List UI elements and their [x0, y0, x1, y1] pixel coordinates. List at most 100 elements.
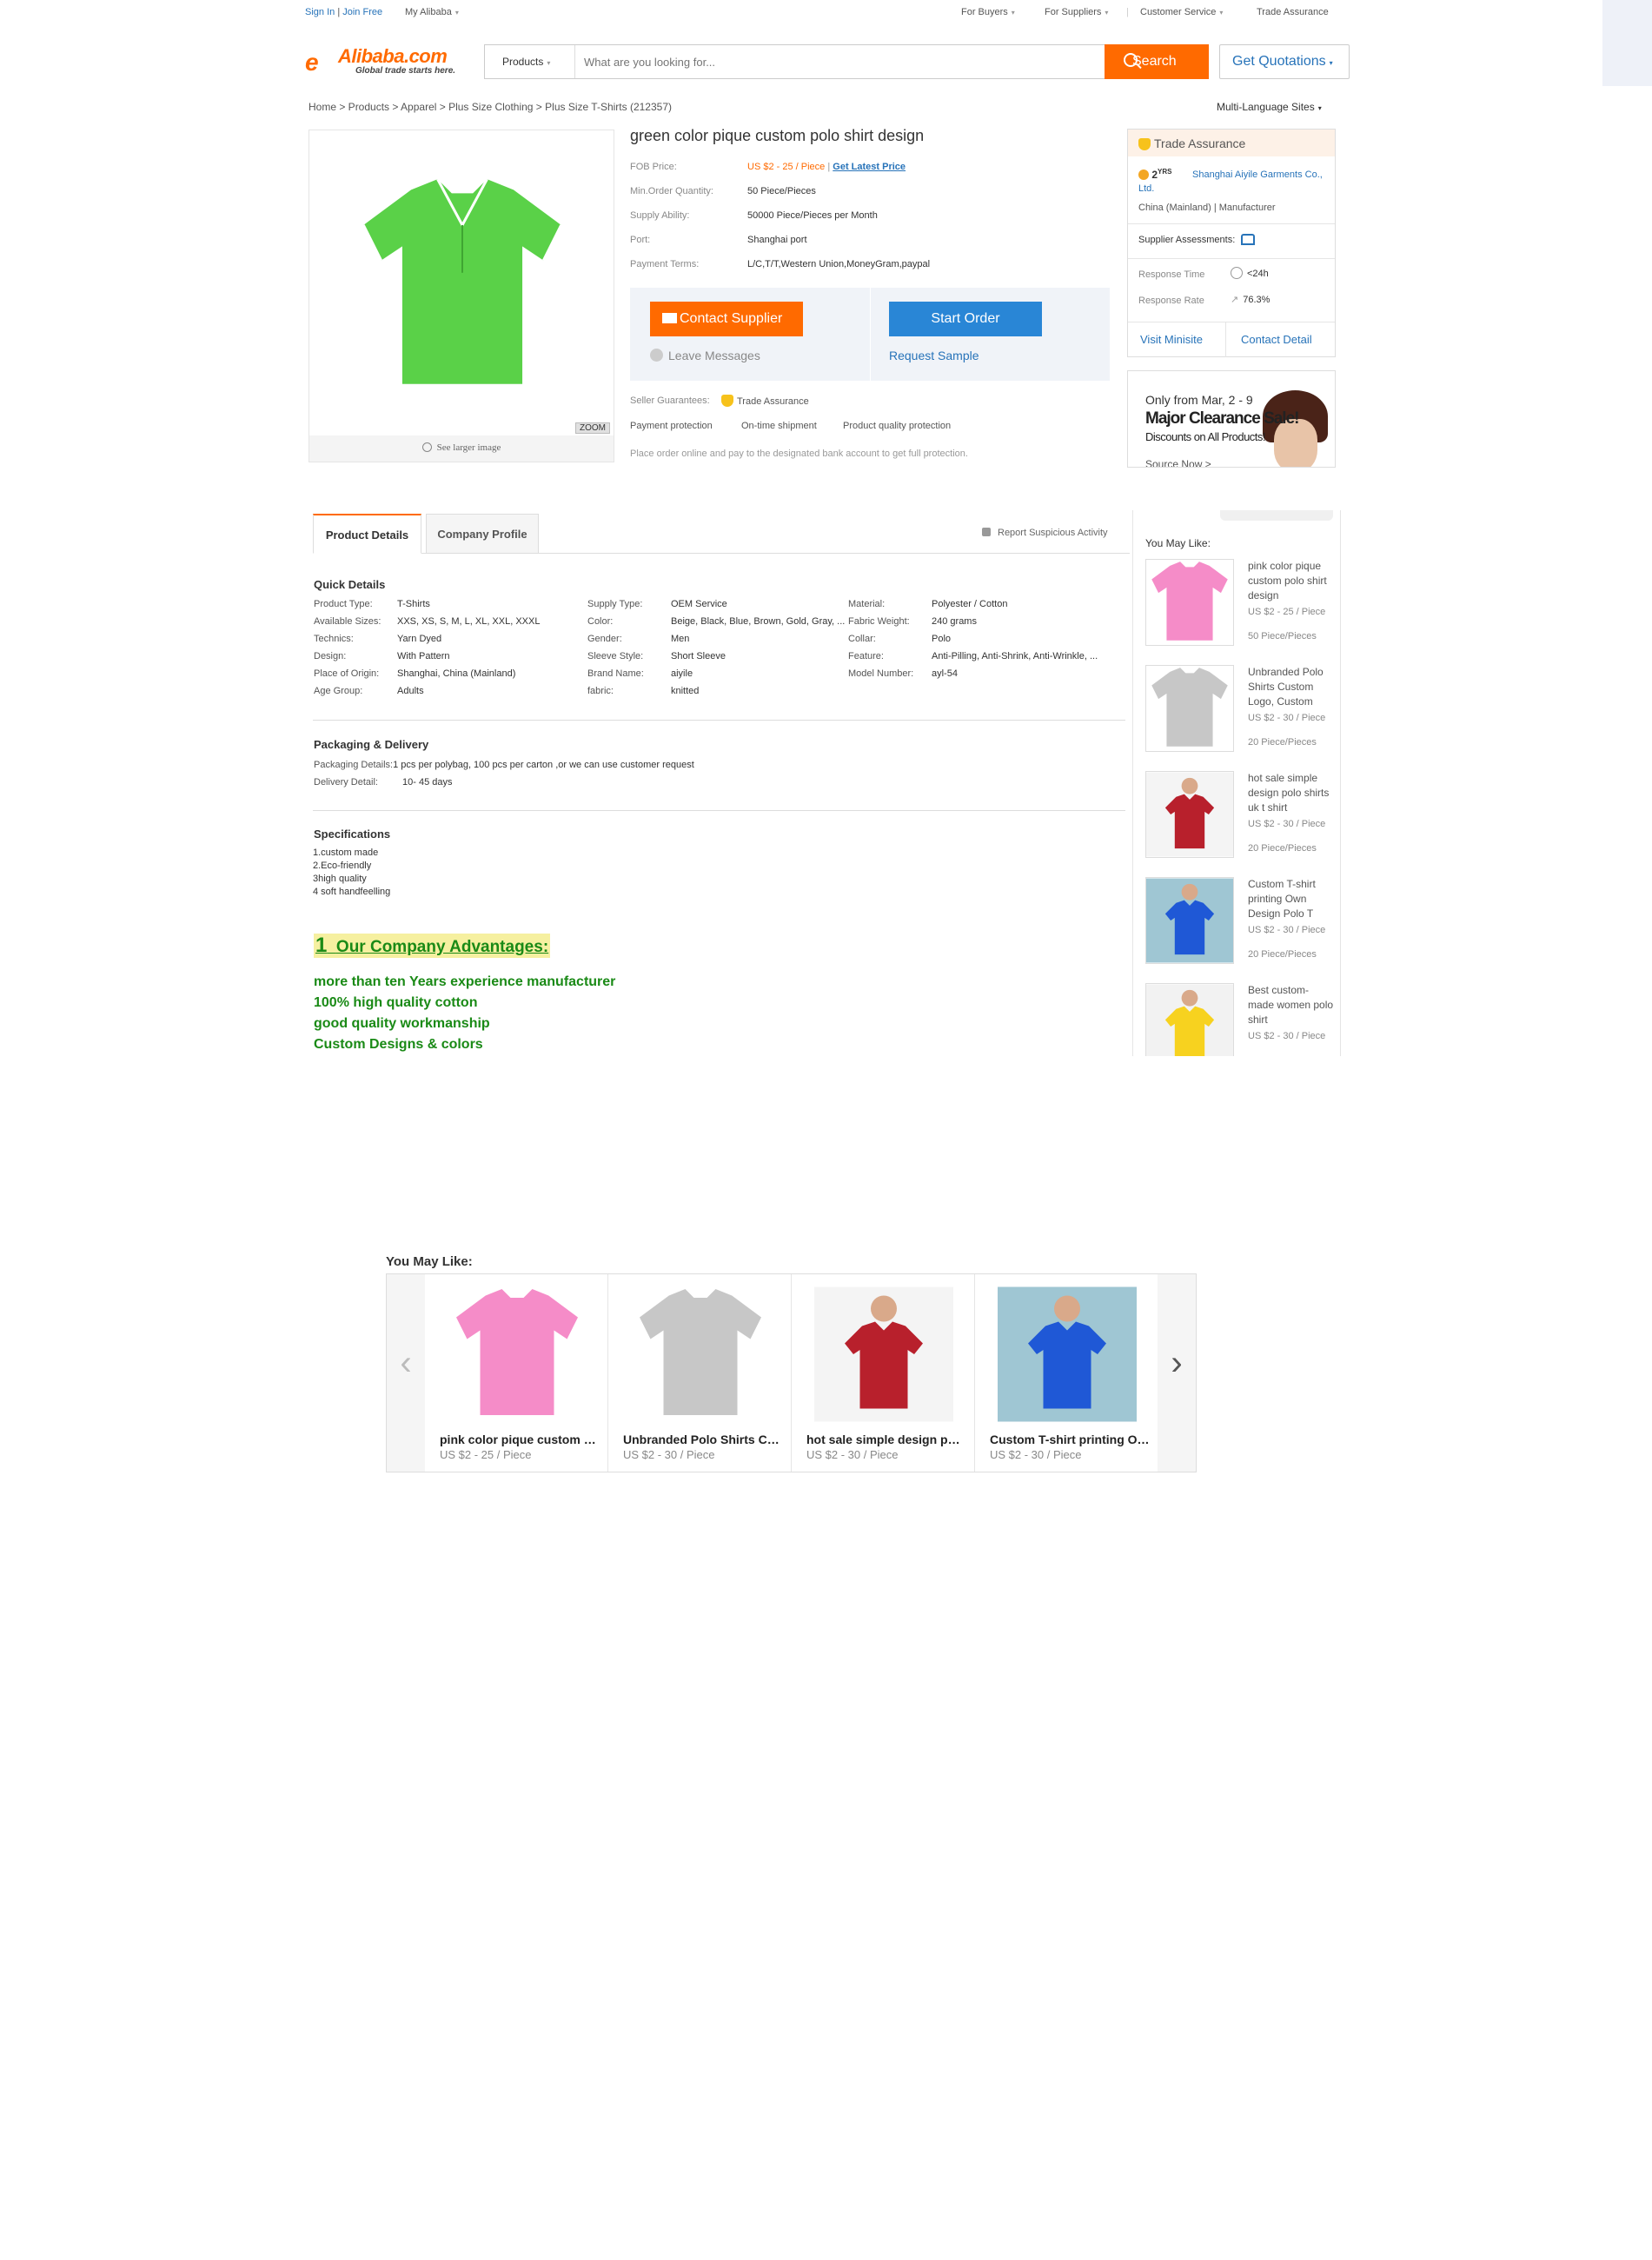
- quick-detail-value: Adults: [397, 686, 424, 696]
- zoom-in-icon: [421, 442, 432, 452]
- seller-trade-assurance[interactable]: Trade Assurance: [721, 395, 809, 407]
- quick-detail-row: Feature: Anti-Pilling, Anti-Shrink, Anti-…: [848, 651, 1098, 661]
- moq-value: 50 Piece/Pieces: [747, 186, 816, 196]
- carousel-item[interactable]: pink color pique custom polo shirt desig…: [425, 1274, 608, 1472]
- get-quotations-button[interactable]: Get Quotations ▾: [1219, 44, 1350, 79]
- packaging-details-value: 1 pcs per polybag, 100 pcs per carton ,o…: [393, 760, 694, 770]
- sign-in-link[interactable]: Sign In: [305, 7, 335, 17]
- supplier-panel-header-label: Trade Assurance: [1154, 136, 1246, 150]
- fob-price-value-wrap: US $2 - 25 / Piece | Get Latest Price: [747, 162, 906, 172]
- supplier-assessments[interactable]: Supplier Assessments:: [1138, 234, 1256, 245]
- you-may-like-item[interactable]: Unbranded Polo Shirts Custom Logo, Custo…: [1145, 665, 1337, 754]
- chevron-down-icon: ▾: [1329, 59, 1333, 67]
- zoom-button[interactable]: ZOOM: [575, 422, 610, 434]
- quick-detail-label: Sleeve Style:: [587, 651, 644, 661]
- payment-terms-value: L/C,T/T,Western Union,MoneyGram,paypal: [747, 259, 931, 269]
- request-sample-link[interactable]: Request Sample: [889, 349, 979, 362]
- you-may-like-item[interactable]: Best custom-made women polo shirt US $2 -…: [1145, 983, 1337, 1056]
- carousel-prev-button[interactable]: ‹: [387, 1274, 425, 1472]
- multi-language-menu[interactable]: Multi-Language Sites ▾: [1217, 101, 1322, 113]
- leave-messages-link[interactable]: Leave Messages: [650, 349, 760, 362]
- quick-detail-value: Short Sleeve: [671, 651, 726, 661]
- sign-in-separator: |: [337, 7, 341, 17]
- tab-company-profile[interactable]: Company Profile: [426, 514, 539, 554]
- search-button[interactable]: Search: [1105, 44, 1209, 79]
- you-may-like-price: US $2 - 30 / Piece: [1248, 925, 1326, 935]
- clearance-sale-banner[interactable]: Only from Mar, 2 - 9 Major Clearance Sal…: [1127, 370, 1336, 468]
- quick-detail-label: Supply Type:: [587, 599, 643, 609]
- quick-detail-value: knitted: [671, 686, 700, 696]
- carousel-item-name[interactable]: Unbranded Polo Shirts Custom Logo, Custo…: [623, 1432, 784, 1446]
- carousel-item-image[interactable]: [998, 1285, 1137, 1424]
- supplier-name-link[interactable]: Shanghai Aiyile Garments Co., Ltd.: [1138, 168, 1330, 196]
- report-suspicious-link[interactable]: Report Suspicious Activity: [982, 528, 1108, 538]
- join-free-link[interactable]: Join Free: [342, 7, 382, 17]
- you-may-like-sidebar-title: You May Like:: [1145, 537, 1211, 549]
- product-shirt-shape: [363, 179, 561, 384]
- product-image-box[interactable]: ZOOM See larger image: [309, 130, 614, 462]
- you-may-like-thumb[interactable]: [1145, 983, 1234, 1056]
- you-may-like-thumb[interactable]: [1145, 771, 1234, 858]
- carousel-item-name[interactable]: pink color pique custom polo shirt desig…: [440, 1432, 600, 1446]
- for-suppliers-menu[interactable]: For Suppliers ▾: [1045, 7, 1108, 17]
- tab-product-details[interactable]: Product Details: [313, 514, 421, 554]
- search-input[interactable]: [575, 45, 1105, 78]
- guarantee-on-time-shipment[interactable]: On-time shipment: [741, 421, 817, 431]
- carousel-item[interactable]: hot sale simple design polo shirts uk t …: [792, 1274, 975, 1472]
- moq-row: Min.Order Quantity: 50 Piece/Pieces: [630, 186, 816, 196]
- carousel-item[interactable]: Unbranded Polo Shirts Custom Logo, Custo…: [608, 1274, 792, 1472]
- you-may-like-name[interactable]: hot sale simple design polo shirts uk t …: [1248, 771, 1335, 815]
- advantage-item: good quality workmanship: [314, 1016, 490, 1031]
- sidebar-top-image: [1220, 510, 1333, 521]
- chevron-down-icon: ▾: [1011, 9, 1015, 17]
- quick-detail-label: Product Type:: [314, 599, 373, 609]
- chevron-right-icon: ›: [1171, 1344, 1183, 1382]
- you-may-like-item[interactable]: pink color pique custom polo shirt desig…: [1145, 559, 1337, 648]
- for-buyers-menu[interactable]: For Buyers ▾: [961, 7, 1015, 17]
- alibaba-logo[interactable]: e Alibaba.com Global trade starts here.: [305, 45, 488, 80]
- carousel-item-image[interactable]: [448, 1285, 587, 1424]
- start-order-button[interactable]: Start Order: [889, 302, 1042, 336]
- you-may-like-name[interactable]: Best custom-made women polo shirt: [1248, 983, 1335, 1027]
- report-suspicious-label: Report Suspicious Activity: [998, 528, 1108, 538]
- delivery-detail-value: 10- 45 days: [402, 777, 453, 788]
- you-may-like-name[interactable]: Custom T-shirt printing Own Design Polo …: [1248, 877, 1335, 921]
- guarantee-product-quality[interactable]: Product quality protection: [843, 421, 951, 431]
- customer-service-menu[interactable]: Customer Service ▾: [1140, 7, 1223, 17]
- quick-detail-value: T-Shirts: [397, 599, 430, 609]
- port-row: Port: Shanghai port: [630, 235, 807, 245]
- carousel-item-name[interactable]: hot sale simple design polo shirts uk t …: [806, 1432, 967, 1446]
- contact-detail-link[interactable]: Contact Detail: [1241, 333, 1312, 346]
- see-larger-image-link[interactable]: See larger image: [309, 435, 614, 462]
- quick-detail-row: Available Sizes: XXS, XS, S, M, L, XL, XX…: [314, 616, 540, 627]
- trade-assurance-link[interactable]: Trade Assurance: [1257, 7, 1329, 17]
- visit-minisite-link[interactable]: Visit Minisite: [1140, 333, 1203, 346]
- carousel-item[interactable]: Custom T-shirt printing Own Design Polo …: [975, 1274, 1158, 1472]
- contact-supplier-button[interactable]: Contact Supplier: [650, 302, 803, 336]
- breadcrumb[interactable]: Home > Products > Apparel > Plus Size Cl…: [309, 101, 672, 113]
- you-may-like-name[interactable]: Unbranded Polo Shirts Custom Logo, Custo…: [1248, 665, 1335, 709]
- you-may-like-thumb[interactable]: [1145, 877, 1234, 964]
- my-alibaba-menu[interactable]: My Alibaba ▾: [405, 7, 459, 17]
- chevron-down-icon: ▾: [1317, 104, 1322, 112]
- you-may-like-item[interactable]: Custom T-shirt printing Own Design Polo …: [1145, 877, 1337, 966]
- carousel-item-image[interactable]: [814, 1285, 953, 1424]
- quick-detail-row: fabric: knitted: [587, 686, 699, 696]
- quick-detail-row: Sleeve Style: Short Sleeve: [587, 651, 726, 661]
- carousel-next-button[interactable]: ›: [1158, 1274, 1196, 1472]
- you-may-like-name[interactable]: pink color pique custom polo shirt desig…: [1248, 559, 1335, 603]
- carousel-item-image[interactable]: [631, 1285, 770, 1424]
- carousel-item-name[interactable]: Custom T-shirt printing Own Design Polo …: [990, 1432, 1151, 1446]
- you-may-like-price: US $2 - 30 / Piece: [1248, 819, 1326, 829]
- quick-detail-row: Product Type: T-Shirts: [314, 599, 430, 609]
- quick-detail-value: Men: [671, 634, 690, 644]
- quick-detail-value: Shanghai, China (Mainland): [397, 668, 516, 679]
- you-may-like-thumb[interactable]: [1145, 559, 1234, 646]
- guarantee-payment-protection[interactable]: Payment protection: [630, 421, 713, 431]
- supplier-location: China (Mainland) | Manufacturer: [1138, 203, 1276, 213]
- you-may-like-item[interactable]: hot sale simple design polo shirts uk t …: [1145, 771, 1337, 860]
- banner-source-now[interactable]: Source Now >: [1145, 458, 1211, 467]
- search-category-select[interactable]: Products ▾: [485, 45, 575, 78]
- get-latest-price-link[interactable]: Get Latest Price: [833, 162, 906, 172]
- you-may-like-thumb[interactable]: [1145, 665, 1234, 752]
